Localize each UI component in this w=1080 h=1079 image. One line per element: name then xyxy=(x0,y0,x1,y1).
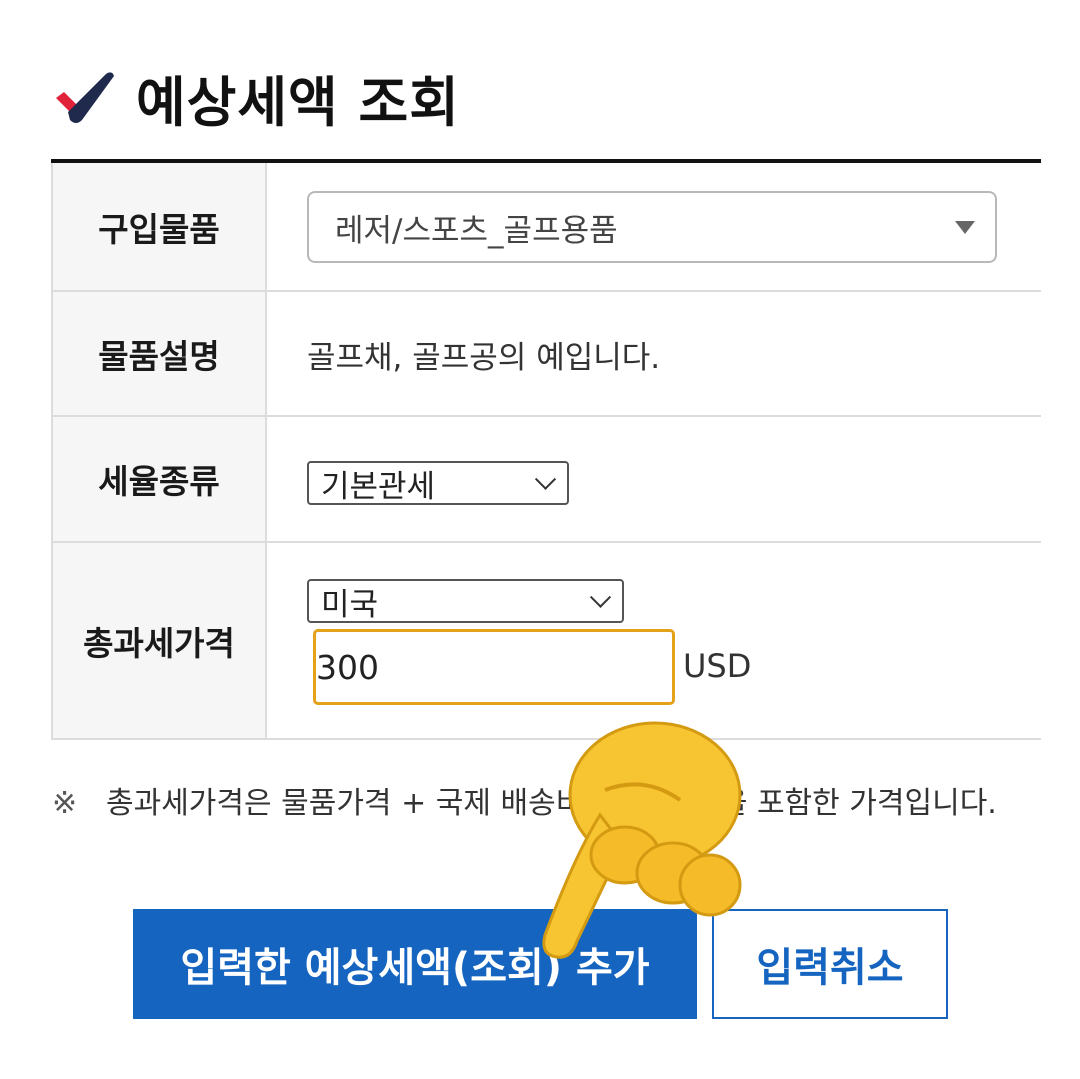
description-label: 물품설명 xyxy=(51,292,267,415)
tax-form: 구입물품 레저/스포츠_골프용품 물품설명 골프채, 골프공의 예입니다. 세율… xyxy=(51,159,1041,740)
note-text: 총과세가격은 물품가격 + 국제 배송비 + 보험 등을 포함한 가격입니다. xyxy=(106,786,997,821)
page-header: 예상세액 조회 xyxy=(52,58,460,137)
description-text: 골프채, 골프공의 예입니다. xyxy=(307,340,661,376)
tax-type-select[interactable]: 기본관세 xyxy=(307,461,569,505)
price-label: 총과세가격 xyxy=(51,543,267,738)
description-value-cell: 골프채, 골프공의 예입니다. xyxy=(267,292,1041,415)
price-note: ※ 총과세가격은 물품가격 + 국제 배송비 + 보험 등을 포함한 가격입니다… xyxy=(52,775,1012,833)
item-select-value: 레저/스포츠_골프용품 xyxy=(335,212,618,249)
note-mark: ※ xyxy=(52,786,78,821)
item-label: 구입물품 xyxy=(51,163,267,290)
cancel-input-button[interactable]: 입력취소 xyxy=(712,909,948,1019)
price-value-cell: 미국 USD xyxy=(267,543,1041,738)
country-select[interactable]: 미국 xyxy=(307,579,624,623)
triangle-down-icon xyxy=(955,221,975,234)
page-title: 예상세액 조회 xyxy=(136,71,460,134)
tax-type-select-value: 기본관세 xyxy=(321,468,436,505)
row-item: 구입물품 레저/스포츠_골프용품 xyxy=(51,163,1041,292)
check-icon xyxy=(56,71,114,123)
tax-type-value-cell: 기본관세 xyxy=(267,417,1041,541)
row-description: 물품설명 골프채, 골프공의 예입니다. xyxy=(51,292,1041,417)
tax-type-label: 세율종류 xyxy=(51,417,267,541)
price-input[interactable] xyxy=(313,629,675,705)
row-tax-type: 세율종류 기본관세 xyxy=(51,417,1041,543)
chevron-down-icon xyxy=(534,468,557,490)
item-select[interactable]: 레저/스포츠_골프용품 xyxy=(307,191,997,263)
item-value-cell: 레저/스포츠_골프용품 xyxy=(267,163,1041,290)
country-select-value: 미국 xyxy=(321,586,379,623)
row-price: 총과세가격 미국 USD xyxy=(51,543,1041,740)
chevron-down-icon xyxy=(589,586,612,608)
add-estimate-button[interactable]: 입력한 예상세액(조회) 추가 xyxy=(133,909,697,1019)
currency-unit: USD xyxy=(683,647,752,685)
